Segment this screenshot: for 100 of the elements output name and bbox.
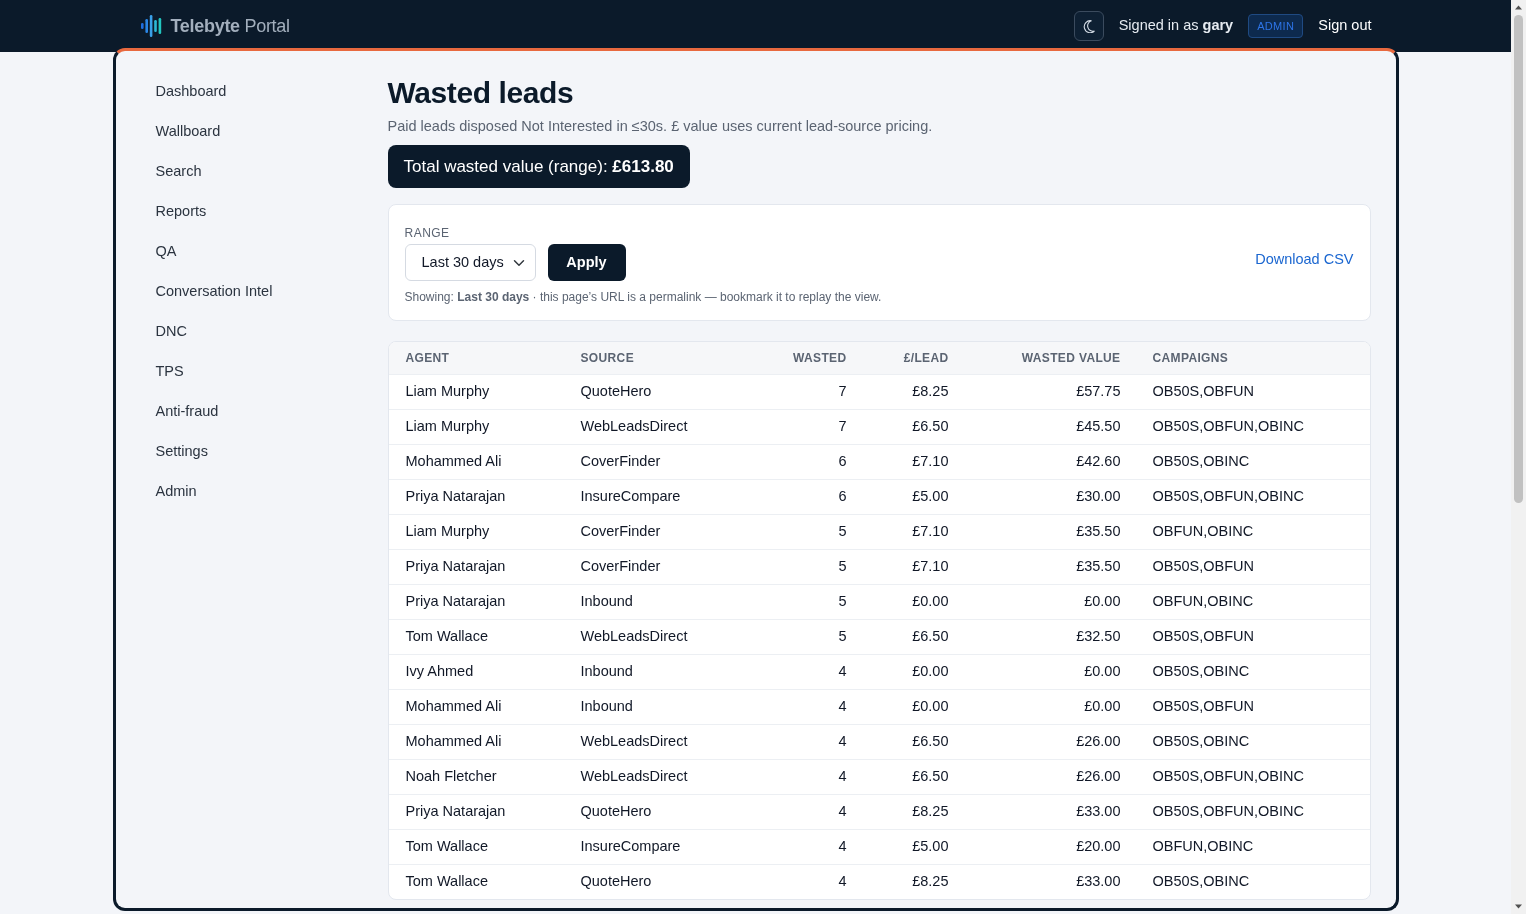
table-cell: £33.00	[964, 794, 1137, 829]
table-cell: £30.00	[964, 479, 1137, 514]
table-cell: Liam Murphy	[388, 374, 565, 409]
table-cell: QuoteHero	[564, 864, 731, 899]
scrollbar-thumb[interactable]	[1514, 15, 1523, 503]
table-cell: £26.00	[964, 759, 1137, 794]
table-cell: £6.50	[862, 619, 965, 654]
table-cell: CoverFinder	[564, 549, 731, 584]
column-header: WASTED	[730, 342, 863, 374]
sidebar-link[interactable]: QA	[143, 231, 189, 271]
sidebar-link[interactable]: Wallboard	[143, 111, 233, 151]
sidebar-link[interactable]: Settings	[143, 431, 220, 471]
page-title: Wasted leads	[387, 75, 575, 111]
table-cell: 6	[730, 444, 863, 479]
column-header: £/LEAD	[862, 342, 965, 374]
table-cell: Priya Natarajan	[388, 584, 565, 619]
table-cell: 5	[730, 549, 863, 584]
table-cell: WebLeadsDirect	[564, 409, 731, 444]
table-cell: £0.00	[862, 654, 965, 689]
table-cell: £57.75	[964, 374, 1137, 409]
role-badge: ADMIN	[1248, 14, 1304, 38]
theme-toggle-button[interactable]	[1073, 11, 1104, 41]
page-subtitle: Paid leads disposed Not Interested in ≤30s. £ value uses current lead-source pricing.	[387, 117, 934, 136]
sidebar-link[interactable]: Reports	[143, 191, 219, 231]
table-cell: OB50S,OBINC	[1136, 444, 1370, 479]
table-cell: 5	[730, 619, 863, 654]
sidebar-link[interactable]: Admin	[143, 471, 209, 511]
table-cell: OB50S,OBINC	[1136, 724, 1370, 759]
table-cell: £6.50	[862, 409, 965, 444]
moon-icon	[1082, 19, 1095, 33]
table-cell: 5	[730, 584, 863, 619]
table-cell: Priya Natarajan	[388, 549, 565, 584]
table-cell: £20.00	[964, 829, 1137, 864]
column-header: CAMPAIGNS	[1136, 342, 1370, 374]
table-cell: Tom Wallace	[388, 829, 565, 864]
table-cell: OB50S,OBINC	[1136, 864, 1370, 899]
total-value-banner: Total wasted value (range): £613.80	[387, 145, 690, 188]
table-cell: 7	[730, 409, 863, 444]
range-select[interactable]: Last 30 days	[404, 244, 536, 281]
table-cell: QuoteHero	[564, 794, 731, 829]
table-cell: Priya Natarajan	[388, 794, 565, 829]
table-cell: 5	[730, 514, 863, 549]
table-cell: £8.25	[862, 374, 965, 409]
range-label: RANGE	[404, 225, 450, 241]
sidebar-link[interactable]: Search	[143, 151, 214, 191]
table-cell: WebLeadsDirect	[564, 619, 731, 654]
table-cell: 4	[730, 654, 863, 689]
range-note: Showing: Last 30 days · this page’s URL is a permalink — bookmark it to replay the view.	[404, 289, 882, 305]
sidebar-link[interactable]: DNC	[143, 311, 199, 351]
table-cell: WebLeadsDirect	[564, 724, 731, 759]
table-cell: OB50S,OBINC	[1136, 654, 1370, 689]
table-cell: Priya Natarajan	[388, 479, 565, 514]
table-cell: OB50S,OBFUN	[1136, 374, 1370, 409]
table-cell: InsureCompare	[564, 479, 731, 514]
table-cell: 4	[730, 794, 863, 829]
table-cell: £26.00	[964, 724, 1137, 759]
table-cell: Inbound	[564, 654, 731, 689]
sidebar-link[interactable]: Anti-fraud	[143, 391, 231, 431]
table-cell: 4	[730, 724, 863, 759]
table-cell: InsureCompare	[564, 829, 731, 864]
column-header: SOURCE	[564, 342, 731, 374]
table-cell: £5.00	[862, 479, 965, 514]
table-cell: OB50S,OBFUN,OBINC	[1136, 759, 1370, 794]
table-cell: £42.60	[964, 444, 1137, 479]
table-cell: £35.50	[964, 514, 1137, 549]
column-header: WASTED VALUE	[964, 342, 1137, 374]
sign-out-link[interactable]: Sign out	[1318, 15, 1372, 37]
table-cell: OB50S,OBFUN,OBINC	[1136, 794, 1370, 829]
brand-name[interactable]: Telebyte Portal	[170, 12, 290, 40]
table-cell: £45.50	[964, 409, 1137, 444]
table-cell: Inbound	[564, 584, 731, 619]
table-cell: £8.25	[862, 794, 965, 829]
download-csv-link[interactable]: Download CSV	[1255, 249, 1354, 271]
table-cell: 4	[730, 689, 863, 724]
table-cell: WebLeadsDirect	[564, 759, 731, 794]
logo-icon	[140, 15, 163, 37]
table-cell: £0.00	[862, 689, 965, 724]
table-cell: £5.00	[862, 829, 965, 864]
table-cell: Tom Wallace	[388, 864, 565, 899]
scrollbar-track[interactable]	[1511, 0, 1526, 914]
table-cell: £6.50	[862, 759, 965, 794]
sidebar-link[interactable]: Conversation Intel	[143, 271, 285, 311]
sidebar-link[interactable]: TPS	[143, 351, 196, 391]
table-cell: OB50S,OBFUN	[1136, 549, 1370, 584]
table-cell: OBFUN,OBINC	[1136, 584, 1370, 619]
table-cell: £7.10	[862, 549, 965, 584]
table-cell: £32.50	[964, 619, 1137, 654]
table-cell: OB50S,OBFUN,OBINC	[1136, 409, 1370, 444]
table-cell: £6.50	[862, 724, 965, 759]
table-cell: 7	[730, 374, 863, 409]
table-cell: £0.00	[964, 689, 1137, 724]
table-cell: OB50S,OBFUN	[1136, 619, 1370, 654]
table-cell: £0.00	[964, 584, 1137, 619]
table-cell: 4	[730, 864, 863, 899]
apply-button[interactable]: Apply	[547, 244, 626, 281]
sidebar-link[interactable]: Dashboard	[143, 71, 239, 111]
table-cell: £7.10	[862, 444, 965, 479]
table-cell: QuoteHero	[564, 374, 731, 409]
table-cell: Ivy Ahmed	[388, 654, 565, 689]
table-cell: 4	[730, 829, 863, 864]
